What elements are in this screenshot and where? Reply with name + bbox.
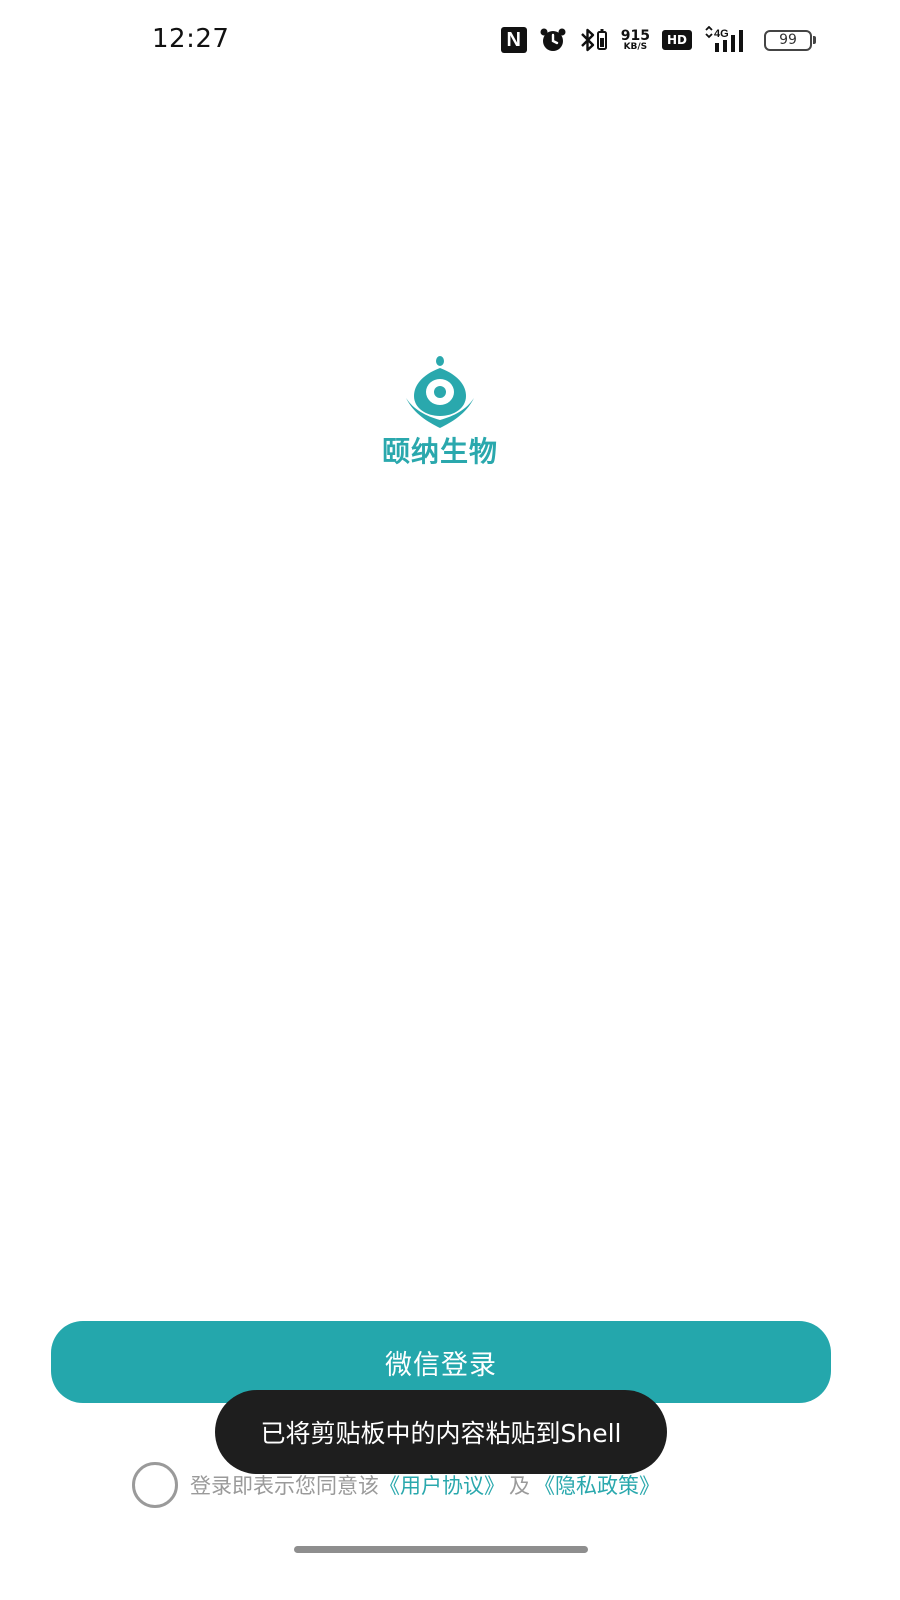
app-logo: 颐纳生物 xyxy=(370,352,510,472)
nfc-icon: N xyxy=(500,27,527,53)
status-bar: 12:27 N 915 KB/S HD 4G 99 xyxy=(0,0,900,80)
agreement-checkbox[interactable] xyxy=(132,1462,178,1508)
agreement-prefix-text: 登录即表示您同意该 xyxy=(190,1474,379,1498)
network-speed: 915 KB/S xyxy=(620,27,650,52)
lotus-eye-logo-icon xyxy=(406,356,474,428)
hd-voice-icon: HD xyxy=(661,30,692,50)
status-time: 12:27 xyxy=(152,24,230,54)
svg-text:4G: 4G xyxy=(714,28,729,40)
privacy-policy-link[interactable]: 《隐私政策》 xyxy=(534,1470,660,1500)
user-agreement-link[interactable]: 《用户协议》 xyxy=(379,1470,505,1500)
cellular-signal-icon: 4G xyxy=(704,26,752,54)
home-indicator[interactable] xyxy=(294,1546,588,1553)
bluetooth-battery-icon xyxy=(579,26,609,54)
agreement-row: 登录即表示您同意该 《用户协议》 及 《隐私政策》 xyxy=(132,1462,660,1508)
battery-icon: 99 xyxy=(764,29,816,51)
agreement-and-text: 及 xyxy=(509,1474,530,1498)
alarm-clock-icon xyxy=(539,26,567,54)
brand-name: 颐纳生物 xyxy=(381,435,498,468)
status-icons: N 915 KB/S HD 4G 99 xyxy=(500,24,816,56)
